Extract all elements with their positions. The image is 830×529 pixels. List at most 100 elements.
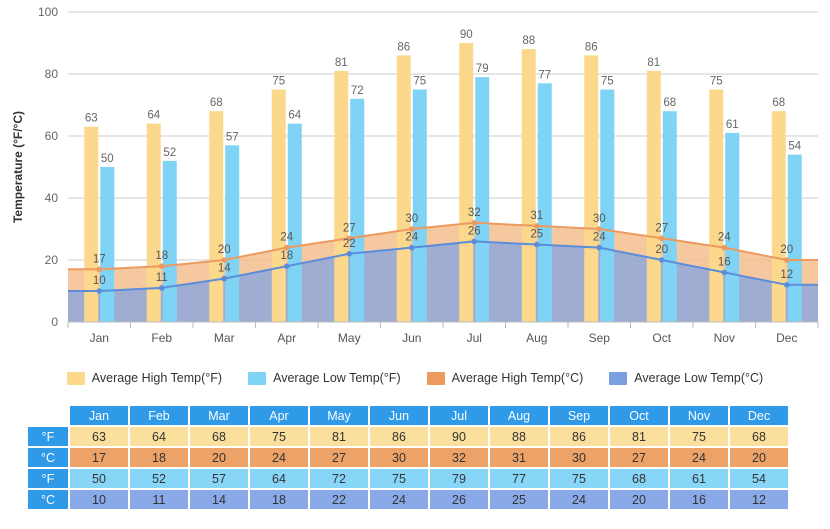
table-cell: 86 [550, 427, 608, 446]
bar-high-fahrenheit[interactable] [271, 89, 286, 323]
line-value-label: 18 [155, 250, 168, 262]
data-point-marker[interactable] [783, 257, 790, 263]
bar-high-fahrenheit[interactable] [146, 123, 161, 322]
data-point-marker[interactable] [783, 282, 790, 288]
line-value-label: 22 [343, 238, 356, 250]
chart-legend: Average High Temp(°F) Average Low Temp(°F… [0, 365, 830, 391]
bar-low-fahrenheit[interactable] [475, 77, 490, 322]
bar-value-label: 86 [397, 41, 410, 53]
line-value-label: 18 [280, 250, 293, 262]
bar-value-label: 75 [272, 76, 285, 88]
legend-item[interactable]: Average High Temp(°C) [426, 371, 583, 385]
data-point-marker[interactable] [533, 241, 540, 248]
bar-low-fahrenheit[interactable] [100, 167, 115, 322]
bar-value-label: 79 [476, 63, 489, 75]
data-point-marker[interactable] [658, 257, 665, 263]
table-row: °C 10 11 14 18 22 24 26 25 24 20 16 12 [28, 490, 788, 509]
line-value-label: 10 [93, 275, 106, 287]
bar-value-label: 54 [788, 141, 801, 153]
bar-high-fahrenheit[interactable] [209, 111, 224, 322]
table-cell: 25 [490, 490, 548, 509]
legend-item[interactable]: Average Low Temp(°F) [248, 371, 401, 385]
bar-high-fahrenheit[interactable] [459, 43, 474, 322]
bar-high-fahrenheit[interactable] [646, 70, 661, 323]
line-value-label: 17 [93, 253, 106, 265]
x-tick-label: Dec [776, 331, 797, 345]
table-cell: 12 [730, 490, 788, 509]
y-tick-label: 0 [51, 315, 58, 329]
table-cell: 75 [550, 469, 608, 488]
data-point-marker[interactable] [158, 263, 165, 270]
data-point-marker[interactable] [721, 269, 728, 276]
table-cell: 18 [130, 448, 188, 467]
table-cell: 20 [190, 448, 248, 467]
bar-value-label: 63 [85, 113, 98, 125]
bar-high-fahrenheit[interactable] [771, 111, 786, 322]
bar-low-fahrenheit[interactable] [537, 83, 552, 322]
y-tick-label: 20 [45, 253, 59, 267]
bar-high-fahrenheit[interactable] [396, 55, 411, 323]
y-tick-label: 80 [45, 67, 59, 81]
bar-low-fahrenheit[interactable] [162, 160, 177, 322]
bar-high-fahrenheit[interactable] [584, 55, 599, 323]
line-value-label: 12 [780, 269, 793, 281]
legend-item-label: Average Low Temp(°F) [273, 371, 401, 385]
bar-low-fahrenheit[interactable] [787, 154, 802, 322]
bar-low-fahrenheit[interactable] [287, 123, 302, 322]
data-point-marker[interactable] [283, 263, 290, 270]
table-cell: 11 [130, 490, 188, 509]
bar-value-label: 72 [351, 85, 364, 97]
data-point-marker[interactable] [721, 244, 728, 251]
x-tick-label: Jul [467, 331, 482, 345]
data-point-marker[interactable] [96, 288, 103, 294]
data-point-marker[interactable] [408, 244, 415, 251]
x-tick-label: Jan [90, 331, 109, 345]
bar-low-fahrenheit[interactable] [725, 132, 740, 322]
legend-item-label: Average Low Temp(°C) [634, 371, 764, 385]
table-row-header: °F [28, 427, 68, 446]
line-value-label: 20 [780, 244, 793, 256]
table-header-row: Jan Feb Mar Apr May Jun Jul Aug Sep Oct Nov Dec [28, 406, 788, 425]
table-corner-cell [28, 406, 68, 425]
table-column-header: Jun [370, 406, 428, 425]
bar-low-fahrenheit[interactable] [662, 111, 677, 322]
table-cell: 63 [70, 427, 128, 446]
bar-low-fahrenheit[interactable] [412, 89, 427, 323]
data-point-marker[interactable] [471, 238, 478, 245]
table-cell: 24 [250, 448, 308, 467]
data-point-marker[interactable] [346, 251, 353, 257]
bar-high-fahrenheit[interactable] [334, 70, 349, 323]
line-value-label: 32 [468, 207, 481, 219]
table-row: °F 63 64 68 75 81 86 90 88 86 81 75 68 [28, 427, 788, 446]
bar-high-fahrenheit[interactable] [709, 89, 724, 323]
bar-low-fahrenheit[interactable] [225, 145, 240, 322]
data-point-marker[interactable] [221, 275, 228, 282]
legend-item[interactable]: Average Low Temp(°C) [609, 371, 763, 385]
bar-low-fahrenheit[interactable] [600, 89, 615, 323]
legend-item[interactable]: Average High Temp(°F) [66, 371, 222, 385]
bar-value-label: 64 [288, 110, 301, 122]
line-value-label: 30 [593, 213, 606, 225]
data-point-marker[interactable] [658, 235, 665, 242]
line-value-label: 27 [343, 222, 356, 234]
table-cell: 81 [610, 427, 668, 446]
table-cell: 30 [370, 448, 428, 467]
table-cell: 24 [370, 490, 428, 509]
table-cell: 22 [310, 490, 368, 509]
table-cell: 72 [310, 469, 368, 488]
legend-swatch-icon [426, 371, 445, 385]
bar-high-fahrenheit[interactable] [84, 126, 99, 322]
bar-low-fahrenheit[interactable] [350, 98, 365, 322]
data-point-marker[interactable] [158, 285, 165, 291]
data-point-marker[interactable] [96, 266, 103, 273]
data-point-marker[interactable] [596, 244, 603, 251]
bar-value-label: 88 [522, 35, 535, 47]
bar-high-fahrenheit[interactable] [521, 49, 536, 322]
line-value-label: 14 [218, 263, 231, 275]
table-cell: 90 [430, 427, 488, 446]
bar-value-label: 52 [163, 147, 176, 159]
line-value-label: 31 [530, 210, 543, 222]
bar-value-label: 81 [647, 57, 660, 69]
line-value-label: 24 [593, 232, 606, 244]
table-cell: 10 [70, 490, 128, 509]
